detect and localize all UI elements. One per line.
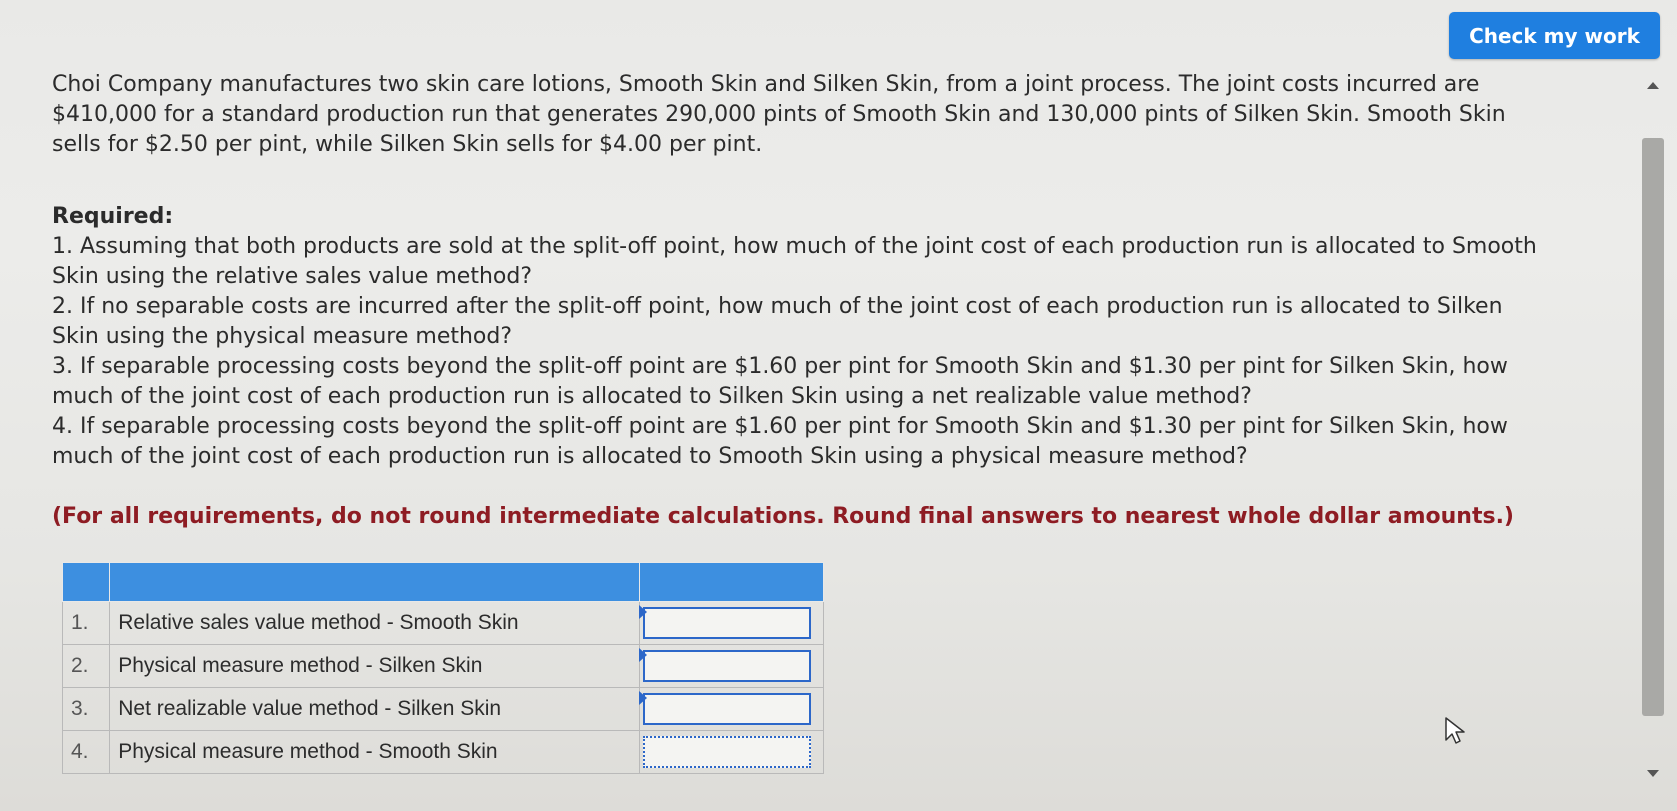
answer-table: 1. Relative sales value method - Smooth …	[61, 562, 824, 774]
requirement-line: 1. Assuming that both products are sold …	[52, 234, 1537, 259]
requirements-list: 1. Assuming that both products are sold …	[52, 232, 1612, 472]
input-flag-icon	[639, 691, 648, 705]
row-number: 4.	[61, 730, 111, 774]
input-flag-icon	[639, 648, 648, 662]
answer-input-3[interactable]	[643, 693, 812, 725]
header-cell-label	[109, 562, 641, 602]
table-header-row	[61, 562, 824, 602]
vertical-scrollbar[interactable]	[1640, 70, 1666, 790]
row-number: 2.	[61, 644, 111, 688]
row-label: Net realizable value method - Silken Ski…	[109, 687, 641, 731]
requirement-line: 4. If separable processing costs beyond …	[52, 414, 1508, 439]
answer-input-2[interactable]	[643, 650, 812, 682]
answer-cell	[639, 601, 824, 645]
row-label: Physical measure method - Smooth Skin	[109, 730, 641, 774]
answer-input-1[interactable]	[643, 607, 812, 639]
scroll-up-icon[interactable]	[1647, 82, 1659, 89]
question-content: Choi Company manufactures two skin care …	[52, 70, 1612, 532]
table-row: 1. Relative sales value method - Smooth …	[61, 601, 824, 645]
table-row: 2. Physical measure method - Silken Skin	[61, 644, 824, 688]
problem-line: Choi Company manufactures two skin care …	[52, 72, 1480, 97]
check-my-work-button[interactable]: Check my work	[1449, 12, 1660, 59]
requirement-line: Skin using the relative sales value meth…	[52, 264, 533, 289]
input-flag-icon	[639, 605, 648, 619]
answer-cell	[639, 730, 824, 774]
scroll-down-icon[interactable]	[1647, 770, 1659, 777]
requirement-line: 3. If separable processing costs beyond …	[52, 354, 1508, 379]
requirement-line: 2. If no separable costs are incurred af…	[52, 294, 1503, 319]
header-cell-answer	[639, 562, 824, 602]
scrollbar-thumb[interactable]	[1642, 138, 1664, 716]
header-cell-number	[61, 562, 111, 602]
requirement-line: much of the joint cost of each productio…	[52, 384, 1252, 409]
cursor-icon	[1445, 717, 1465, 744]
problem-statement: Choi Company manufactures two skin care …	[52, 70, 1612, 160]
table-row: 4. Physical measure method - Smooth Skin	[61, 730, 824, 774]
problem-line: sells for $2.50 per pint, while Silken S…	[52, 132, 763, 157]
requirement-line: Skin using the physical measure method?	[52, 324, 513, 349]
answer-input-4[interactable]	[643, 736, 812, 768]
row-label: Physical measure method - Silken Skin	[109, 644, 641, 688]
table-row: 3. Net realizable value method - Silken …	[61, 687, 824, 731]
requirement-line: much of the joint cost of each productio…	[52, 444, 1248, 469]
row-number: 1.	[61, 601, 111, 645]
answer-cell	[639, 687, 824, 731]
required-heading: Required:	[52, 204, 174, 229]
rounding-instructions: (For all requirements, do not round inte…	[52, 504, 1514, 529]
problem-line: $410,000 for a standard production run t…	[52, 102, 1506, 127]
row-label: Relative sales value method - Smooth Ski…	[109, 601, 641, 645]
answer-cell	[639, 644, 824, 688]
row-number: 3.	[61, 687, 111, 731]
